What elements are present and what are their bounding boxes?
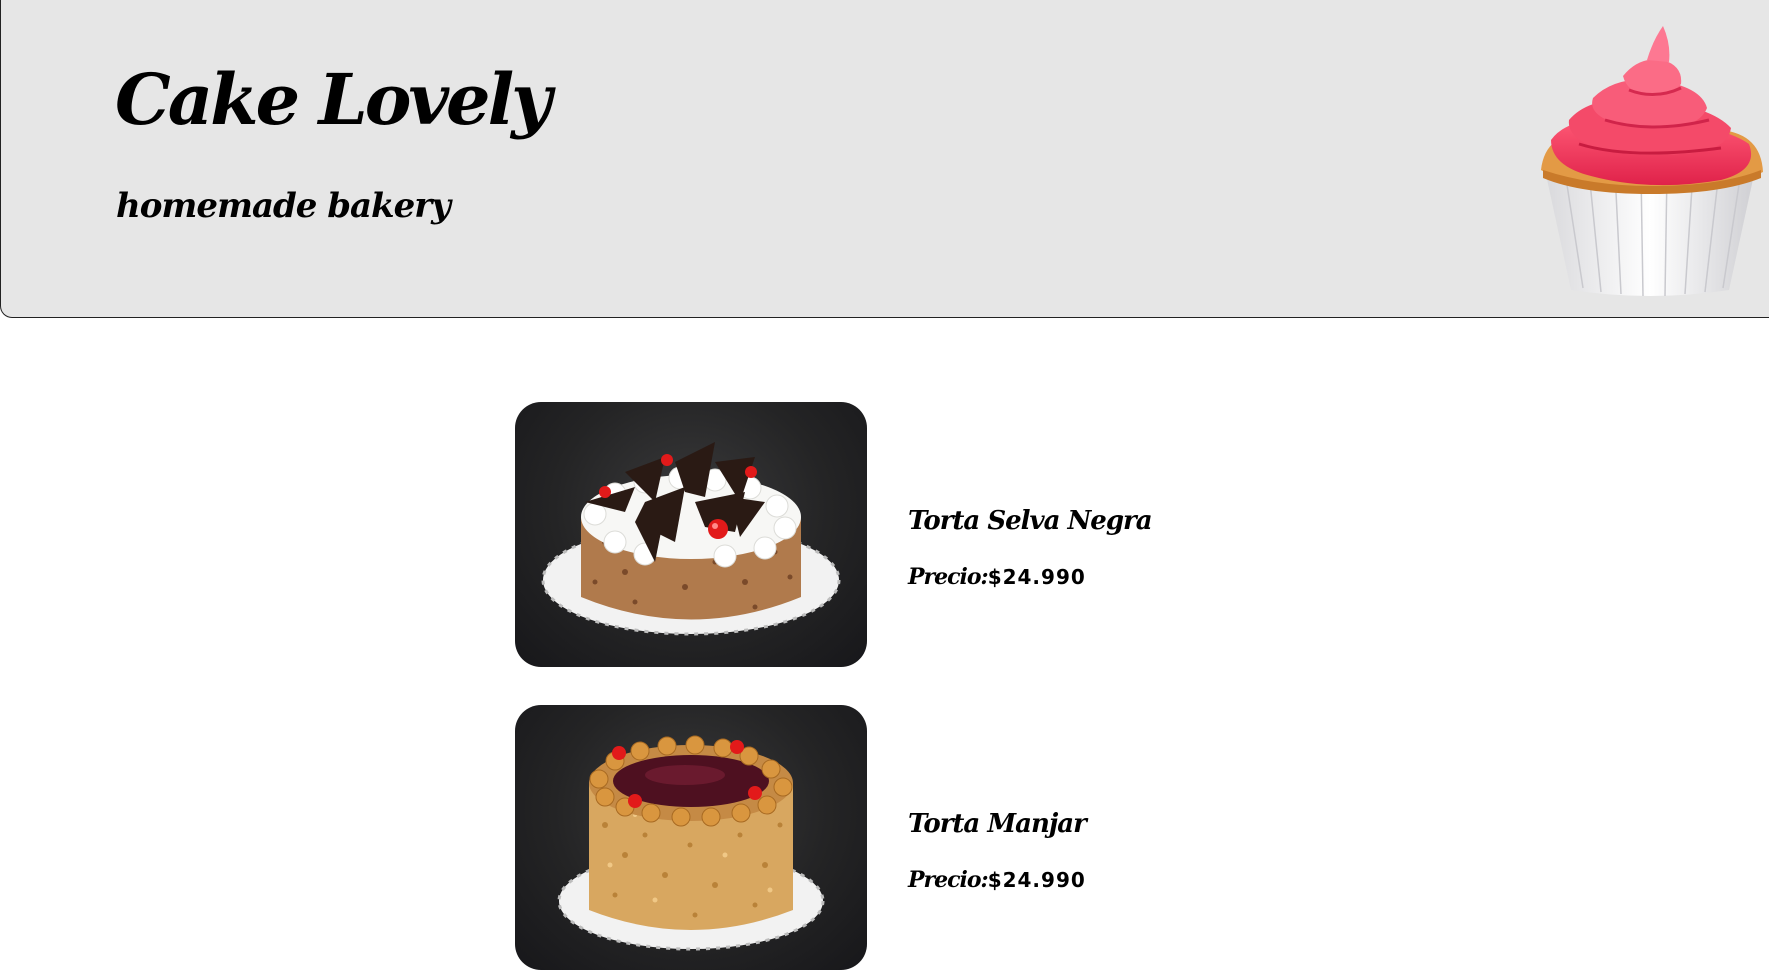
product-card[interactable]: Torta Selva Negra Precio:$24.990 (515, 402, 1153, 667)
product-name: Torta Selva Negra (908, 506, 1153, 536)
product-card[interactable]: Torta Manjar Precio:$24.990 (515, 705, 1115, 970)
price-label: Precio: (908, 867, 989, 893)
brand-title: Cake Lovely (115, 58, 552, 141)
product-price: Precio:$24.990 (908, 564, 1086, 590)
cupcake-icon (1531, 20, 1769, 300)
manjar-cake-image[interactable] (515, 705, 867, 970)
price-value: $24.990 (987, 565, 1086, 589)
site-header: Cake Lovely homemade bakery (0, 0, 1769, 318)
brand-subtitle: homemade bakery (116, 186, 451, 226)
product-price: Precio:$24.990 (908, 867, 1086, 893)
price-label: Precio: (908, 564, 989, 590)
product-name: Torta Manjar (908, 809, 1087, 839)
price-value: $24.990 (987, 868, 1086, 892)
black-forest-cake-image[interactable] (515, 402, 867, 667)
